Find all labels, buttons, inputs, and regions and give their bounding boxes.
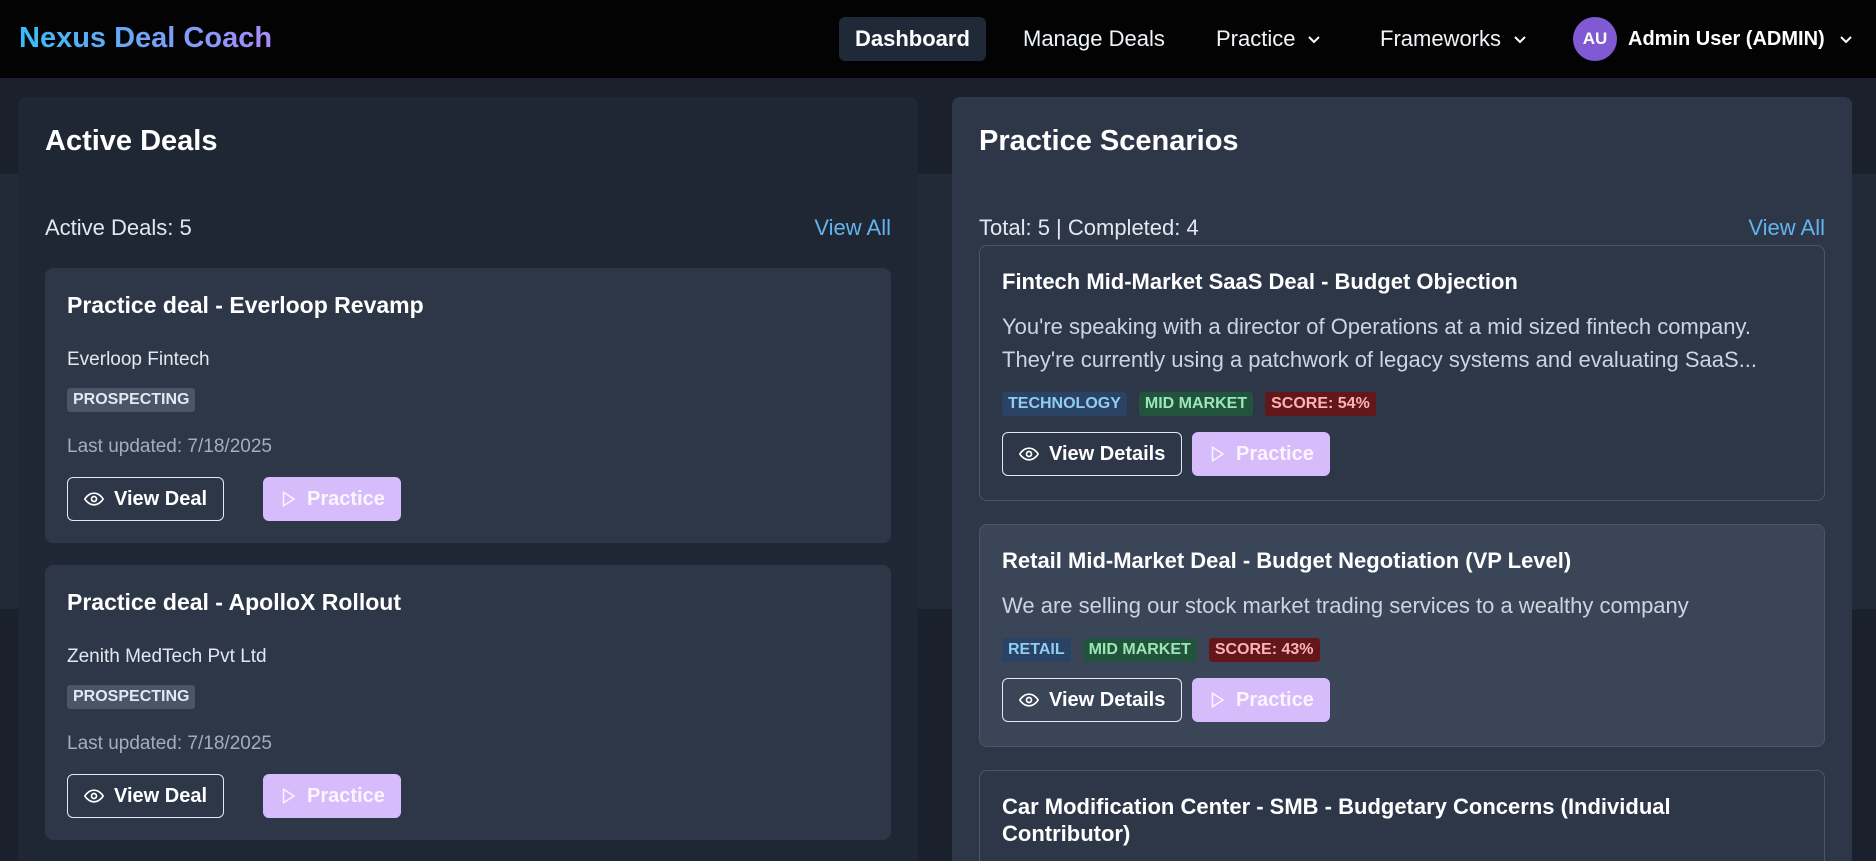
scenario-description: You're speaking with a director of Opera… [1002, 314, 1758, 372]
practice-label: Practice [307, 784, 385, 807]
practice-scenarios-panel: Practice Scenarios Total: 5 | Completed:… [952, 97, 1852, 861]
chevron-down-icon [1839, 36, 1852, 44]
eye-icon [1019, 447, 1039, 461]
play-icon [1211, 691, 1225, 709]
nav-manage-deals[interactable]: Manage Deals [1007, 17, 1181, 61]
user-menu-label: Admin User (ADMIN) [1628, 27, 1825, 50]
view-deal-button[interactable]: View Deal [67, 477, 225, 521]
scenario-card: Car Modification Center - SMB - Budgetar… [979, 770, 1825, 861]
practice-button[interactable]: Practice [1192, 678, 1330, 722]
nav-dashboard-label: Dashboard [855, 26, 970, 51]
brand-logo[interactable]: Nexus Deal Coach [19, 22, 272, 55]
view-all-deals-link[interactable]: View All [814, 215, 891, 241]
stage-badge: PROSPECTING [67, 685, 196, 709]
deal-company: Zenith MedTech Pvt Ltd [67, 646, 267, 667]
view-details-button[interactable]: View Details [1002, 678, 1183, 722]
panel-title: Active Deals [45, 125, 218, 157]
scenario-title: Fintech Mid-Market SaaS Deal - Budget Ob… [1002, 269, 1518, 294]
deal-updated: Last updated: 7/18/2025 [67, 436, 272, 457]
chevron-down-icon [1308, 36, 1321, 44]
play-icon [282, 787, 296, 805]
deal-card: Practice deal - ApolloX Rollout Zenith M… [45, 565, 891, 840]
industry-tag: RETAIL [1002, 638, 1071, 662]
nav-frameworks[interactable]: Frameworks [1364, 17, 1543, 61]
deal-card: Practice deal - Everloop Revamp Everloop… [45, 268, 891, 543]
nav-practice[interactable]: Practice [1200, 17, 1337, 61]
scenario-title: Retail Mid-Market Deal - Budget Negotiat… [1002, 548, 1572, 573]
view-details-label: View Details [1049, 688, 1166, 711]
eye-icon [84, 789, 104, 803]
view-details-button[interactable]: View Details [1002, 432, 1183, 476]
scenario-description: We are selling our stock market trading … [1002, 593, 1689, 618]
scenario-card: Fintech Mid-Market SaaS Deal - Budget Ob… [979, 245, 1825, 501]
practice-button[interactable]: Practice [263, 477, 401, 521]
scenario-title: Car Modification Center - SMB - Budgetar… [1002, 794, 1671, 846]
eye-icon [84, 492, 104, 506]
stage-badge: PROSPECTING [67, 388, 196, 412]
practice-label: Practice [1236, 442, 1314, 465]
practice-stats: Total: 5 | Completed: 4 [979, 215, 1199, 240]
score-tag: SCORE: 43% [1208, 638, 1320, 662]
eye-icon [1019, 693, 1039, 707]
scenario-tags: RETAIL MID MARKET SCORE: 43% [1002, 638, 1320, 662]
segment-tag: MID MARKET [1082, 638, 1197, 662]
scenario-card: Retail Mid-Market Deal - Budget Negotiat… [979, 524, 1825, 747]
view-all-scenarios-link[interactable]: View All [1748, 215, 1825, 241]
nav-practice-label: Practice [1216, 26, 1296, 51]
view-deal-label: View Deal [114, 487, 208, 510]
chevron-down-icon [1514, 36, 1526, 44]
view-details-label: View Details [1049, 442, 1166, 465]
active-deals-panel: Active Deals Active Deals: 5 View All Pr… [18, 97, 918, 861]
play-icon [282, 490, 296, 508]
deal-title: Practice deal - ApolloX Rollout [67, 589, 401, 615]
panel-title: Practice Scenarios [979, 125, 1239, 157]
deal-updated: Last updated: 7/18/2025 [67, 733, 272, 754]
deal-company: Everloop Fintech [67, 349, 210, 370]
nav-dashboard[interactable]: Dashboard [839, 17, 986, 61]
practice-button[interactable]: Practice [1192, 432, 1330, 476]
nav-frameworks-label: Frameworks [1380, 26, 1502, 51]
deal-title: Practice deal - Everloop Revamp [67, 292, 424, 318]
avatar[interactable]: AU [1573, 17, 1617, 61]
user-menu[interactable]: Admin User (ADMIN) [1628, 17, 1853, 61]
practice-label: Practice [1236, 688, 1314, 711]
play-icon [1211, 445, 1225, 463]
segment-tag: MID MARKET [1138, 392, 1254, 416]
industry-tag: TECHNOLOGY [1002, 392, 1127, 416]
view-deal-button[interactable]: View Deal [67, 774, 225, 818]
active-deals-count: Active Deals: 5 [45, 215, 192, 240]
nav-manage-deals-label: Manage Deals [1023, 26, 1165, 51]
practice-label: Practice [307, 487, 385, 510]
practice-button[interactable]: Practice [263, 774, 401, 818]
top-navbar: Nexus Deal Coach Dashboard Manage Deals … [0, 0, 1876, 78]
scenario-tags: TECHNOLOGY MID MARKET SCORE: 54% [1002, 392, 1376, 416]
view-deal-label: View Deal [114, 784, 208, 807]
score-tag: SCORE: 54% [1265, 392, 1376, 416]
